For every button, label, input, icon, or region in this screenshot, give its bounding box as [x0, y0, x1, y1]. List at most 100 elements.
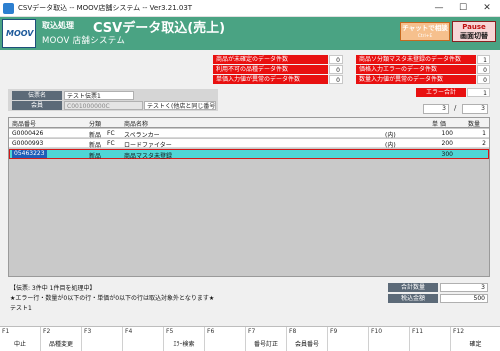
table-row[interactable]: G0000426 新品 FC スペランカー (内) 100 1: [9, 129, 489, 139]
stat-value-unavailable-type: 0: [329, 65, 343, 74]
stat-label-price-input-error: 価格入力エラーのデータ件数: [356, 65, 476, 74]
moov-logo: MOOV: [2, 19, 36, 48]
window-titlebar: CSVデータ取込 -- MOOV店舗システム -- Ver3.21.03T — …: [0, 0, 500, 17]
mode-label: 取込処理: [42, 21, 74, 30]
cell-code: G0000426: [12, 130, 44, 137]
fkey-label: 品種変更: [48, 341, 73, 348]
cell-cat2: FC: [107, 130, 115, 137]
chat-button-label: チャットで相談: [402, 24, 448, 32]
fkey-f4[interactable]: F4: [123, 327, 164, 351]
total-amount-value: 500: [440, 294, 488, 303]
fkey-number: F5: [166, 328, 174, 335]
cell-cat2: FC: [107, 140, 115, 147]
cell-cat1: 新品: [89, 142, 102, 149]
col-header-code: 商品番号: [12, 121, 37, 128]
cell-quantity: 2: [482, 140, 486, 147]
close-button[interactable]: ✕: [476, 0, 498, 17]
fkey-number: F10: [371, 328, 383, 335]
cell-cat1: 新品: [89, 153, 102, 160]
cell-unit-price: 100: [441, 130, 453, 137]
maximize-button[interactable]: ☐: [452, 0, 474, 17]
col-header-unit-price: 単 価: [432, 121, 446, 128]
cell-unit-price: 300: [441, 151, 453, 158]
fkey-f8-member-number[interactable]: F8 会員番号: [287, 327, 328, 351]
fkey-f5-error-search[interactable]: F5 ｴﾗｰ検索: [164, 327, 205, 351]
stat-value-quantity-error: 0: [477, 75, 490, 84]
cell-tax: (内): [385, 142, 396, 149]
fkey-label: 中止: [13, 341, 26, 348]
fkey-f2-change-type[interactable]: F2 品種変更: [41, 327, 82, 351]
cell-code: 05463223: [12, 150, 47, 158]
processing-status: 【伝票: 3件中 1件目を処理中】: [10, 285, 96, 292]
fkey-number: F4: [125, 328, 133, 335]
fkey-number: F3: [84, 328, 92, 335]
col-header-quantity: 数量: [468, 121, 481, 128]
table-row-selected[interactable]: 05463223 新品 商品マスタ未登録 300: [9, 149, 489, 160]
function-key-bar: F1 中止 F2 品種変更 F3 F4 F5 ｴﾗｰ検索 F6 F7 番号訂正 …: [0, 326, 500, 351]
stat-label-category-unregistered: 商品ソ分類マスタ未登録のデータ件数: [356, 55, 476, 64]
fkey-number: F12: [453, 328, 465, 335]
chat-consult-button[interactable]: チャットで相談 Ctrl+E: [400, 22, 450, 41]
fkey-f1-cancel[interactable]: F1 中止: [0, 327, 41, 351]
voucher-name-label: 伝票名: [12, 91, 62, 100]
fkey-f12-confirm[interactable]: F12 確定: [451, 327, 500, 351]
total-amount-label: 税込金額: [388, 294, 438, 303]
fkey-label: 確定: [469, 341, 482, 348]
fkey-f3[interactable]: F3: [82, 327, 123, 351]
stat-value-unconfirmed-items: 0: [329, 55, 343, 64]
logo-text: MOOV: [6, 29, 34, 38]
stat-value-unit-price-error: 0: [329, 75, 343, 84]
fkey-number: F1: [2, 328, 10, 335]
fkey-number: F7: [248, 328, 256, 335]
cell-name: ロードファイター: [124, 142, 172, 149]
table-row[interactable]: G0000993 新品 FC ロードファイター (内) 200 2: [9, 139, 489, 149]
fkey-label: 番号訂正: [253, 341, 278, 348]
stat-label-quantity-error: 数量入力値が異常のデータ件数: [356, 75, 476, 84]
cell-quantity: 1: [482, 130, 486, 137]
stat-value-price-input-error: 0: [477, 65, 490, 74]
col-header-name: 商品名称: [124, 121, 149, 128]
voucher-info-panel: 伝票名 テスト伝票1 会員 C001000000C テストく(他店と同じ番号: [8, 89, 218, 111]
error-total-label: エラー合計: [416, 88, 466, 97]
total-quantity-label: 合計数量: [388, 283, 438, 292]
page-current: 3: [423, 104, 449, 114]
fkey-f7-number-fix[interactable]: F7 番号訂正: [246, 327, 287, 351]
total-quantity-value: 3: [440, 283, 488, 292]
fkey-number: F2: [43, 328, 51, 335]
screen-switch-label: 画面切替: [460, 32, 488, 40]
cell-cat1: 新品: [89, 132, 102, 139]
import-data-table: 商品番号 分類 商品名称 単 価 数量 G0000426 新品 FC スペランカ…: [8, 117, 490, 277]
fkey-f11[interactable]: F11: [410, 327, 451, 351]
window-title: CSVデータ取込 -- MOOV店舗システム -- Ver3.21.03T: [18, 4, 193, 12]
col-header-category: 分類: [89, 121, 102, 128]
fkey-label: 会員番号: [294, 341, 319, 348]
page-separator: /: [454, 104, 457, 112]
member-note-field: テストく(他店と同じ番号: [144, 101, 216, 110]
pause-switch-button[interactable]: Pause 画面切替: [452, 21, 496, 42]
fkey-number: F9: [330, 328, 338, 335]
stat-label-unconfirmed-items: 商品が未確定のデータ件数: [213, 55, 328, 64]
fkey-f10[interactable]: F10: [369, 327, 410, 351]
fkey-label: ｴﾗｰ検索: [173, 341, 195, 348]
pause-label: Pause: [462, 23, 486, 31]
page-total: 3: [462, 104, 488, 114]
fkey-number: F6: [207, 328, 215, 335]
fkey-f6[interactable]: F6: [205, 327, 246, 351]
voucher-name-field[interactable]: テスト伝票1: [64, 91, 134, 100]
member-number-field[interactable]: C001000000C: [64, 101, 143, 110]
memo-text: テスト1: [10, 305, 32, 312]
stat-label-unavailable-type: 利用不可の品種データ件数: [213, 65, 328, 74]
fkey-f9[interactable]: F9: [328, 327, 369, 351]
cell-code: G0000993: [12, 140, 44, 147]
fkey-number: F8: [289, 328, 297, 335]
import-note: ★エラー行・数量が0以下の行・単価が0以下の行は取込対象外となります★: [10, 295, 215, 302]
system-name: MOOV 店舗システム: [42, 36, 126, 46]
cell-name: 商品マスタ未登録: [124, 153, 173, 160]
stat-value-category-unregistered: 1: [477, 55, 490, 64]
app-window: CSVデータ取込 -- MOOV店舗システム -- Ver3.21.03T — …: [0, 0, 500, 351]
fkey-number: F11: [412, 328, 424, 335]
chat-shortcut-label: Ctrl+E: [417, 34, 433, 39]
minimize-button[interactable]: —: [428, 0, 450, 17]
member-label: 会員: [12, 101, 62, 110]
error-total-value: 1: [467, 88, 490, 97]
